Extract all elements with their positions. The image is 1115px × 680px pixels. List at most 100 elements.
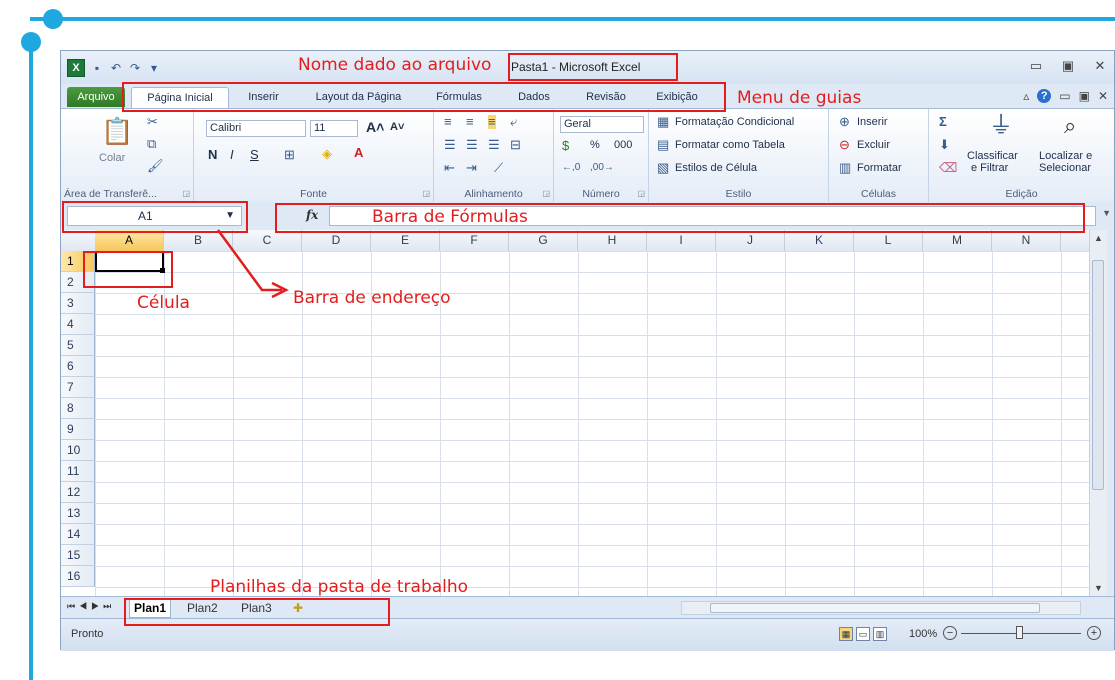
column-header[interactable]: G bbox=[509, 230, 578, 251]
conditional-formatting-icon[interactable]: ▦ bbox=[657, 115, 669, 129]
autosum-icon[interactable]: Σ bbox=[939, 115, 947, 129]
align-right-icon[interactable]: ☰ bbox=[488, 138, 500, 152]
cell-styles-button[interactable]: Estilos de Célula bbox=[675, 162, 757, 174]
wrap-text-icon[interactable]: ⤶ bbox=[510, 115, 517, 129]
customize-qat-icon[interactable]: ▾ bbox=[147, 61, 161, 75]
cell-styles-icon[interactable]: ▧ bbox=[657, 161, 669, 175]
column-header[interactable]: A bbox=[95, 230, 164, 251]
font-name-select[interactable]: Calibri bbox=[206, 120, 306, 137]
shrink-font-icon[interactable]: A˅ bbox=[390, 121, 404, 133]
increase-indent-icon[interactable]: ⇥ bbox=[466, 161, 477, 175]
row-header[interactable]: 7 bbox=[61, 377, 95, 398]
row-header[interactable]: 14 bbox=[61, 524, 95, 545]
align-middle-icon[interactable]: ≡ bbox=[466, 115, 474, 129]
number-format-select[interactable]: Geral bbox=[560, 116, 644, 133]
scroll-down-icon[interactable]: ▼ bbox=[1094, 583, 1103, 593]
sheet-nav-arrows-icon[interactable]: ⏮◀▶⏭ bbox=[67, 601, 115, 612]
alignment-launcher-icon[interactable]: ◲ bbox=[542, 189, 550, 198]
scroll-up-icon[interactable]: ▲ bbox=[1094, 233, 1103, 243]
row-header[interactable]: 15 bbox=[61, 545, 95, 566]
currency-icon[interactable]: $ bbox=[562, 139, 569, 153]
workbook-restore-icon[interactable]: ▣ bbox=[1079, 89, 1090, 103]
font-color-icon[interactable]: A bbox=[354, 146, 363, 160]
thousands-button[interactable]: 000 bbox=[614, 139, 632, 151]
paste-label[interactable]: Colar bbox=[99, 152, 125, 164]
borders-icon[interactable]: ⊞ bbox=[284, 148, 295, 162]
find-select-icon[interactable]: ⌕ bbox=[1064, 113, 1076, 139]
insert-cells-button[interactable]: Inserir bbox=[857, 116, 888, 128]
delete-cells-icon[interactable]: ⊖ bbox=[839, 138, 850, 152]
column-header[interactable]: F bbox=[440, 230, 509, 251]
sort-filter-label-2[interactable]: e Filtrar bbox=[971, 162, 1008, 174]
increase-decimal-icon[interactable]: ←,0 bbox=[562, 161, 580, 175]
fill-icon[interactable]: ⬇ bbox=[939, 138, 950, 152]
decrease-indent-icon[interactable]: ⇤ bbox=[444, 161, 455, 175]
workbook-close-icon[interactable]: ✕ bbox=[1098, 89, 1108, 103]
format-painter-icon[interactable]: 🖌 bbox=[147, 159, 164, 173]
sort-filter-label-1[interactable]: Classificar bbox=[967, 150, 1018, 162]
fill-color-icon[interactable]: ◈ bbox=[322, 147, 332, 161]
format-as-table-button[interactable]: Formatar como Tabela bbox=[675, 139, 785, 151]
cut-icon[interactable]: ✂ bbox=[147, 115, 158, 129]
column-header[interactable]: K bbox=[785, 230, 854, 251]
expand-formula-bar-icon[interactable]: ▼ bbox=[1102, 208, 1111, 218]
decrease-decimal-icon[interactable]: ,00→ bbox=[590, 161, 614, 175]
format-table-icon[interactable]: ▤ bbox=[657, 138, 669, 152]
column-header[interactable]: D bbox=[302, 230, 371, 251]
zoom-out-icon[interactable]: − bbox=[943, 626, 957, 640]
row-header[interactable]: 9 bbox=[61, 419, 95, 440]
underline-button[interactable]: S bbox=[250, 147, 259, 162]
row-header[interactable]: 12 bbox=[61, 482, 95, 503]
bold-button[interactable]: N bbox=[208, 147, 217, 162]
horizontal-scroll-thumb[interactable] bbox=[710, 603, 1040, 613]
zoom-level[interactable]: 100% bbox=[909, 628, 937, 640]
insert-cells-icon[interactable]: ⊕ bbox=[839, 115, 850, 129]
undo-icon[interactable]: ↶ bbox=[109, 61, 123, 75]
column-header[interactable]: L bbox=[854, 230, 923, 251]
sort-filter-icon[interactable]: ⏚ bbox=[989, 113, 1013, 139]
copy-icon[interactable]: ⧉ bbox=[147, 137, 156, 151]
normal-view-icon[interactable]: ▦ bbox=[839, 627, 853, 641]
row-header[interactable]: 5 bbox=[61, 335, 95, 356]
row-header[interactable]: 10 bbox=[61, 440, 95, 461]
worksheet-grid[interactable]: A B C D E F G H I J K L M N 1 2 3 4 5 6 … bbox=[61, 230, 1089, 596]
find-select-label-1[interactable]: Localizar e bbox=[1039, 150, 1092, 162]
font-size-select[interactable]: 11 bbox=[310, 120, 358, 137]
select-all-button[interactable] bbox=[61, 230, 96, 251]
row-header[interactable]: 11 bbox=[61, 461, 95, 482]
zoom-in-icon[interactable]: + bbox=[1087, 626, 1101, 640]
column-header[interactable]: C bbox=[233, 230, 302, 251]
row-header[interactable]: 4 bbox=[61, 314, 95, 335]
excel-logo-icon[interactable]: X bbox=[67, 59, 85, 77]
close-icon[interactable]: ✕ bbox=[1092, 58, 1108, 74]
cell-area[interactable] bbox=[95, 251, 1089, 596]
row-header[interactable]: 3 bbox=[61, 293, 95, 314]
column-header[interactable]: I bbox=[647, 230, 716, 251]
conditional-formatting-button[interactable]: Formatação Condicional bbox=[675, 116, 794, 128]
horizontal-scrollbar[interactable] bbox=[681, 601, 1081, 615]
minimize-icon[interactable]: ▭ bbox=[1028, 58, 1044, 74]
column-header[interactable]: H bbox=[578, 230, 647, 251]
orientation-icon[interactable]: ⟋ bbox=[494, 161, 503, 175]
redo-icon[interactable]: ↷ bbox=[128, 61, 142, 75]
font-launcher-icon[interactable]: ◲ bbox=[422, 189, 430, 198]
save-icon[interactable]: ▪ bbox=[90, 61, 104, 75]
row-header[interactable]: 16 bbox=[61, 566, 95, 587]
row-header[interactable]: 13 bbox=[61, 503, 95, 524]
number-launcher-icon[interactable]: ◲ bbox=[637, 189, 645, 198]
column-header[interactable]: E bbox=[371, 230, 440, 251]
help-icon[interactable]: ? bbox=[1037, 89, 1052, 103]
delete-cells-button[interactable]: Excluir bbox=[857, 139, 890, 151]
row-header[interactable]: 8 bbox=[61, 398, 95, 419]
format-cells-icon[interactable]: ▥ bbox=[839, 161, 851, 175]
grow-font-icon[interactable]: A˄ bbox=[366, 119, 384, 135]
minimize-ribbon-icon[interactable]: ▵ bbox=[1023, 89, 1029, 103]
merge-center-icon[interactable]: ⊟ bbox=[510, 138, 521, 152]
align-bottom-icon[interactable]: ≡ bbox=[488, 115, 496, 129]
column-header[interactable]: J bbox=[716, 230, 785, 251]
align-top-icon[interactable]: ≡ bbox=[444, 115, 452, 129]
paste-icon[interactable]: 📋 bbox=[101, 117, 133, 145]
align-center-icon[interactable]: ☰ bbox=[466, 138, 478, 152]
page-layout-view-icon[interactable]: ▭ bbox=[856, 627, 870, 641]
format-cells-button[interactable]: Formatar bbox=[857, 162, 902, 174]
